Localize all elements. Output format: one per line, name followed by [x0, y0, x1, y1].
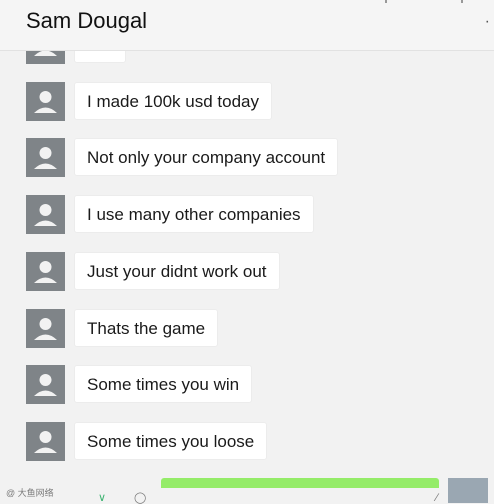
- watermark: @ 大鱼网络: [6, 488, 54, 498]
- person-icon: [34, 431, 57, 453]
- person-icon: [34, 51, 57, 56]
- contact-avatar[interactable]: [26, 309, 65, 348]
- person-icon: [34, 147, 57, 169]
- phone-icon[interactable]: ∕: [436, 493, 438, 504]
- contact-avatar[interactable]: [26, 51, 65, 64]
- message-bubble[interactable]: Just your didnt work out: [74, 252, 280, 290]
- message-bubble[interactable]: Some times you win: [74, 365, 253, 403]
- contact-avatar[interactable]: [26, 138, 65, 177]
- self-avatar[interactable]: [448, 478, 488, 503]
- ellipsis-icon[interactable]: ·: [485, 14, 490, 30]
- message-bubble[interactable]: Some times you loose: [74, 422, 268, 460]
- message-bubble[interactable]: [74, 51, 126, 63]
- window-control-tick: [385, 0, 387, 3]
- contact-avatar[interactable]: [26, 365, 65, 404]
- person-icon: [34, 204, 57, 226]
- person-icon: [34, 374, 57, 396]
- contact-avatar[interactable]: [26, 195, 65, 234]
- message-bubble[interactable]: I made 100k usd today: [74, 82, 273, 120]
- message-bubble[interactable]: Not only your company account: [74, 138, 339, 176]
- window-control-tick: [461, 0, 463, 3]
- message-list[interactable]: I made 100k usd today Not only your comp…: [0, 51, 494, 481]
- person-icon: [34, 91, 57, 113]
- contact-name: Sam Dougal: [26, 8, 148, 33]
- person-icon: [34, 261, 57, 283]
- message-bubble[interactable]: I use many other companies: [74, 195, 314, 233]
- outgoing-message-bubble[interactable]: [161, 478, 439, 488]
- chat-header: Sam Dougal ·: [0, 0, 494, 51]
- message-bubble[interactable]: Thats the game: [74, 309, 219, 347]
- clock-icon[interactable]: ◯: [134, 493, 146, 504]
- contact-avatar[interactable]: [26, 422, 65, 461]
- contact-avatar[interactable]: [26, 252, 65, 291]
- person-icon: [34, 318, 57, 340]
- emoji-icon[interactable]: ∨: [98, 493, 106, 504]
- contact-avatar[interactable]: [26, 82, 65, 121]
